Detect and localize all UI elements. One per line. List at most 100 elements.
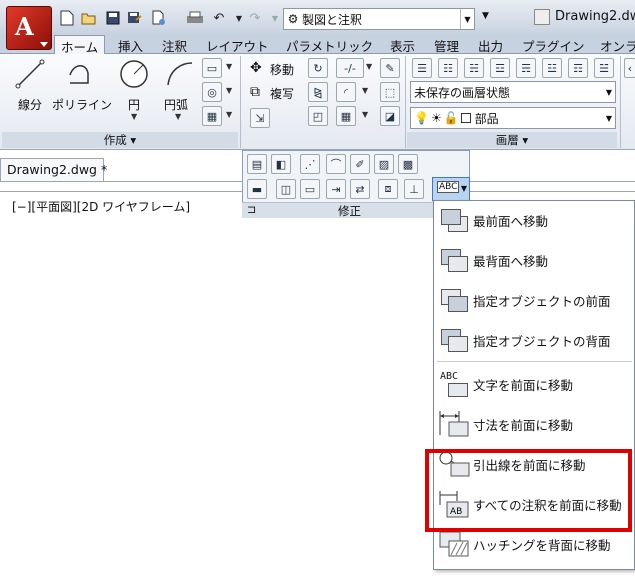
chevron-down-icon[interactable]: ▼ [226,62,232,71]
new-icon[interactable] [58,9,76,27]
move-label[interactable]: 移動 [270,61,294,78]
move-icon[interactable]: ✥ [250,60,262,76]
menu-item-dimensions-to-front[interactable]: 寸法を前面に移動 [437,407,632,441]
workspace-switcher[interactable]: ⚙ 製図と注釈 ▼ [283,8,475,30]
tab-home[interactable]: ホーム [54,35,106,55]
arc-icon[interactable] [164,58,196,90]
chevron-down-icon[interactable]: ▼ [266,9,284,27]
tab-plugins[interactable]: プラグイン [516,35,591,54]
panel-divider [240,56,241,148]
rotate-icon[interactable]: ↻ [308,58,328,78]
erase-icon[interactable]: ✎ [380,58,400,78]
bring-to-front-icon [437,205,471,235]
tab-view[interactable]: 表示 [384,35,421,54]
tab-parametric[interactable]: パラメトリック [280,35,379,54]
chevron-down-icon[interactable]: ▼ [131,112,137,121]
chevron-down-icon[interactable]: ▼ [362,86,368,95]
viewport-controls[interactable]: [−][平面図][2D ワイヤフレーム] [12,198,190,215]
window-title: Drawing2.dwg [555,9,635,24]
break-at-point-icon[interactable]: ◫ [276,179,296,199]
copy-label[interactable]: 複写 [270,85,294,102]
send-under-objects-icon [437,325,471,355]
layer-icon[interactable]: ☱ [594,58,614,78]
tab-layout[interactable]: レイアウト [200,35,275,54]
layer-dropdown[interactable]: 💡 ☀ 🔓 部品 ▼ [410,107,616,129]
chevron-down-icon[interactable]: ▼ [226,110,232,119]
match-properties-icon[interactable]: ▤ [247,154,267,174]
fillet-icon[interactable]: ◜ [336,82,356,102]
align-icon[interactable]: ▬ [247,179,267,199]
circle-icon[interactable] [118,58,150,90]
menu-item-bring-to-front[interactable]: 最前面へ移動 [437,203,632,237]
saveas-icon[interactable] [126,9,144,27]
reverse-icon[interactable]: ▩ [398,154,418,174]
tab-output[interactable]: 出力 [472,35,509,54]
explode-icon[interactable]: ⬚ [380,82,400,102]
chevron-down-icon[interactable]: ▼ [366,62,372,71]
tab-annotate[interactable]: 注釈 [156,35,193,54]
polyline-icon[interactable] [66,58,98,90]
lengthen-icon[interactable]: ⋰ [300,154,320,174]
array-icon[interactable]: ▦ [336,106,356,126]
chevron-down-icon[interactable]: ▼ [362,110,368,119]
open-icon[interactable] [80,9,98,27]
layer-state-value: 未保存の画層状態 [414,85,511,100]
file-tab-drawing2[interactable]: Drawing2.dwg * [0,158,107,182]
offset-icon[interactable]: ◪ [380,106,400,126]
stretch-icon[interactable]: ⇲ [250,108,270,128]
chevron-down-icon[interactable]: ▼ [226,86,232,95]
draw-panel-label[interactable]: 作成 ▾ [2,132,238,148]
trim-icon[interactable]: -/- [336,58,364,78]
menu-item-bring-above-objects[interactable]: 指定オブジェクトの前面 [437,283,632,317]
publish-icon[interactable] [150,9,168,27]
draw-order-split-button[interactable]: ABC ▼ [432,177,470,201]
set-by-layer-icon[interactable]: ⇄ [350,179,370,199]
edit-array-icon[interactable]: ▨ [374,154,394,174]
layer-icon[interactable]: ☵ [464,58,484,78]
polyline-label: ポリライン [52,98,113,112]
ellipse-icon[interactable]: ◎ [202,82,222,102]
copy-icon[interactable]: ⧉ [250,84,260,100]
hatch-icon[interactable]: ▦ [202,106,222,126]
scale-icon[interactable]: ◰ [308,106,328,126]
edit-spline-icon[interactable]: ⌒ [326,154,346,174]
edit-polyline-icon[interactable]: ◧ [271,154,291,174]
save-icon[interactable] [104,9,122,27]
dimensions-to-front-icon [437,409,471,439]
qat-customize-icon[interactable]: ▼ [482,11,489,21]
layer-icon[interactable]: ☲ [490,58,510,78]
plot-icon[interactable] [186,9,204,27]
tab-online[interactable]: オンラ [594,35,635,54]
layer-icon[interactable]: ☶ [568,58,588,78]
tab-manage[interactable]: 管理 [428,35,465,54]
unlock-icon: 🔓 [443,111,459,125]
layer-state-dropdown[interactable]: 未保存の画層状態 ▼ [410,81,616,103]
menu-item-send-to-back[interactable]: 最背面へ移動 [437,243,632,277]
layer-icon[interactable]: ☴ [516,58,536,78]
layer-icon[interactable]: ☷ [438,58,458,78]
application-menu-button[interactable]: A [6,6,52,50]
line-icon[interactable] [14,58,46,90]
chevron-down-icon[interactable]: ▼ [175,112,181,121]
layers-panel-label[interactable]: 画層 ▾ [407,132,617,148]
break-icon[interactable]: ▭ [300,179,320,199]
panel-divider [405,56,406,148]
menu-item-hatches-to-back[interactable]: ハッチングを背面に移動 [437,527,632,561]
change-space-icon[interactable]: ⧈ [378,179,398,199]
rectangle-icon[interactable]: ▭ [202,58,222,78]
pin-icon[interactable]: ⊐ [247,203,256,216]
menu-item-text-to-front[interactable]: ABC 文字を前面に移動 [437,367,632,401]
redo-icon[interactable]: ↷ [246,9,264,27]
menu-item-send-under-objects[interactable]: 指定オブジェクトの背面 [437,323,632,357]
tab-insert[interactable]: 挿入 [112,35,149,54]
join-icon[interactable]: ⇥ [326,179,346,199]
mirror-icon[interactable]: ⧎ [308,82,328,102]
draw-order-icon: ABC [437,181,460,193]
undo-icon[interactable]: ↶ [210,9,228,27]
layer-properties-icon[interactable]: ☰ [412,58,432,78]
layer-icon[interactable]: ☳ [542,58,562,78]
ribbon-overflow-icon[interactable]: ‹ [624,58,635,78]
blend-curves-icon[interactable]: ⊥ [404,179,424,199]
chevron-down-icon: ▼ [460,9,474,29]
edit-hatch-icon[interactable]: ✐ [350,154,370,174]
